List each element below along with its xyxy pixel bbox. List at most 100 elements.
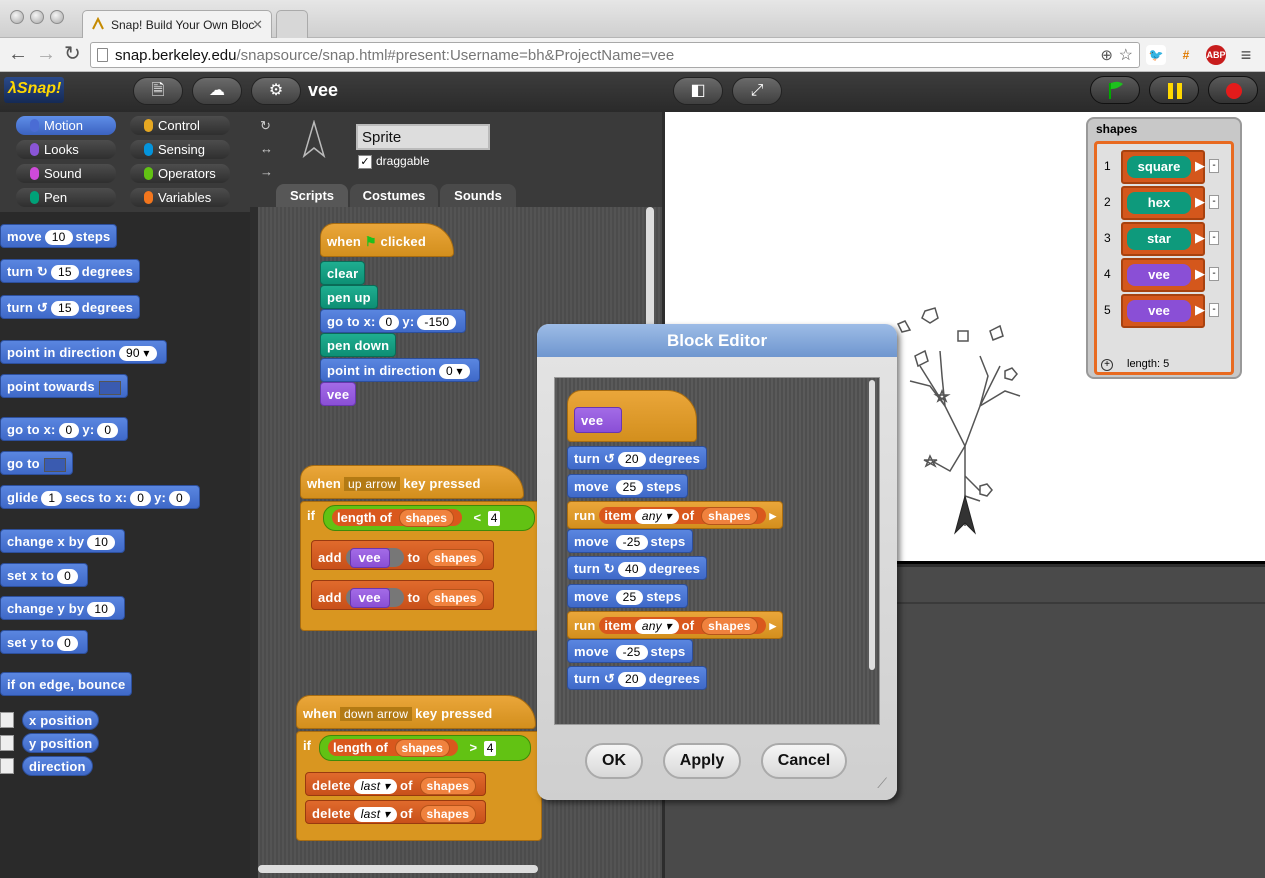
cloud-menu-button[interactable]: ☁ <box>192 77 242 105</box>
extension-icon[interactable]: 🐦 <box>1146 45 1166 65</box>
turn-cw-block[interactable]: turn ↻ 15 degrees <box>0 259 140 283</box>
dropdown-slot[interactable] <box>43 457 66 472</box>
length-of-reporter[interactable]: length of shapes <box>328 739 458 757</box>
length-of-reporter[interactable]: length of shapes <box>332 509 462 527</box>
run-item-block[interactable]: run itemanyof shapes ▸ <box>567 611 784 639</box>
presentation-mode-button[interactable]: ⤢ <box>732 77 782 105</box>
cancel-button[interactable]: Cancel <box>761 743 847 779</box>
settings-menu-button[interactable]: ⚙ <box>251 77 301 105</box>
tab-sounds[interactable]: Sounds <box>440 184 516 207</box>
bounce-block[interactable]: if on edge, bounce <box>0 672 133 696</box>
draggable-toggle[interactable]: ✓ draggable <box>358 154 429 169</box>
category-pen[interactable]: Pen <box>16 188 116 207</box>
pen-down-block[interactable]: pen down <box>320 333 397 357</box>
turn-block[interactable]: turn ↺ 20 degrees <box>567 666 707 690</box>
rotate-style-icon[interactable]: ↻ <box>260 118 271 134</box>
when-down-arrow-key-hat[interactable]: when down arrow key pressed <box>296 695 536 729</box>
category-operators[interactable]: Operators <box>130 164 230 183</box>
stop-button[interactable] <box>1208 76 1258 104</box>
category-control[interactable]: Control <box>130 116 230 135</box>
less-than-predicate[interactable]: length of shapes < 4 <box>323 505 535 531</box>
if-c-block[interactable]: if length of shapes < 4 add vee to shape… <box>300 501 540 631</box>
address-bar[interactable]: snap.berkeley.edu/snapsource/snap.html#p… <box>90 42 1140 68</box>
point-in-direction-block[interactable]: point in direction 0 <box>320 358 480 382</box>
move-steps-block[interactable]: move -25 steps <box>567 528 693 553</box>
turn-ccw-block[interactable]: turn ↺ 15 degrees <box>0 295 140 319</box>
flip-style-icon[interactable]: ↔ <box>260 141 273 156</box>
change-y-block[interactable]: change y by 10 <box>0 596 126 620</box>
no-rotate-icon[interactable]: → <box>260 164 273 179</box>
horizontal-scrollbar[interactable] <box>258 865 538 873</box>
custom-block-prototype-hat[interactable]: vee <box>567 390 697 442</box>
vertical-scrollbar[interactable] <box>869 380 875 670</box>
ok-button[interactable]: OK <box>585 743 643 779</box>
file-menu-button[interactable]: 🗎 <box>133 77 183 105</box>
close-window-button[interactable] <box>10 10 24 24</box>
point-in-direction-block[interactable]: point in direction 90 <box>0 340 167 364</box>
go-to-xy-block[interactable]: go to x: 0 y: -150 <box>320 309 467 333</box>
point-towards-block[interactable]: point towards <box>0 374 128 398</box>
move-steps-block[interactable]: move 10 steps <box>0 224 118 248</box>
add-to-list-block[interactable]: add vee to shapes <box>311 540 494 570</box>
item-of-list-reporter[interactable]: itemanyof shapes <box>599 617 766 635</box>
delete-of-list-block[interactable]: deletelastof shapes <box>305 800 487 824</box>
add-item-icon[interactable]: + <box>1101 359 1113 371</box>
glide-block[interactable]: glide 1 secs to x: 0 y: 0 <box>0 485 200 509</box>
snap-logo[interactable]: λSnap! <box>4 77 64 103</box>
pause-button[interactable] <box>1149 76 1199 104</box>
new-tab-button[interactable] <box>276 10 308 38</box>
dialog-title[interactable]: Block Editor <box>537 324 897 357</box>
clear-block[interactable]: clear <box>320 261 366 285</box>
turn-block[interactable]: turn ↺ 20 degrees <box>567 446 707 470</box>
when-up-arrow-key-hat[interactable]: when up arrow key pressed <box>300 465 524 499</box>
change-x-block[interactable]: change x by 10 <box>0 529 126 553</box>
greater-than-predicate[interactable]: length of shapes > 4 <box>319 735 531 761</box>
hash-extension-icon[interactable]: # <box>1176 45 1196 65</box>
vee-prototype[interactable]: vee <box>574 407 622 433</box>
close-tab-icon[interactable]: ✕ <box>252 17 263 33</box>
move-steps-block[interactable]: move -25 steps <box>567 638 693 663</box>
tab-scripts[interactable]: Scripts <box>276 184 348 207</box>
run-item-block[interactable]: run itemanyof shapes ▸ <box>567 501 784 529</box>
zoom-window-button[interactable] <box>50 10 64 24</box>
category-sound[interactable]: Sound <box>16 164 116 183</box>
adblock-icon[interactable]: ABP <box>1206 45 1226 65</box>
x-position-reporter[interactable]: x position <box>22 710 100 730</box>
y-position-reporter[interactable]: y position <box>22 733 100 753</box>
back-arrow-icon[interactable]: ← <box>8 43 28 65</box>
x-position-checkbox[interactable] <box>0 712 14 728</box>
item-of-list-reporter[interactable]: itemanyof shapes <box>599 507 766 525</box>
green-flag-button[interactable] <box>1090 76 1140 104</box>
category-sensing[interactable]: Sensing <box>130 140 230 159</box>
category-variables[interactable]: Variables <box>130 188 230 207</box>
y-position-checkbox[interactable] <box>0 735 14 751</box>
move-steps-block[interactable]: move 25 steps <box>567 583 689 608</box>
minimize-window-button[interactable] <box>30 10 44 24</box>
move-steps-block[interactable]: move 25 steps <box>567 473 689 498</box>
bookmark-star-icon[interactable]: ☆ <box>1119 45 1133 65</box>
delete-of-list-block[interactable]: deletelastof shapes <box>305 772 487 796</box>
stage-size-button[interactable]: ◧ <box>673 77 723 105</box>
category-looks[interactable]: Looks <box>16 140 116 159</box>
dropdown-slot[interactable] <box>98 380 121 395</box>
tab-costumes[interactable]: Costumes <box>350 184 438 207</box>
turn-block[interactable]: turn ↻ 40 degrees <box>567 556 707 580</box>
go-to-block[interactable]: go to <box>0 451 73 475</box>
if-c-block[interactable]: if length of shapes > 4 deletelastof sha… <box>296 731 542 841</box>
vee-custom-block[interactable]: vee <box>320 382 357 406</box>
reload-icon[interactable]: ↻ <box>64 43 81 65</box>
category-motion[interactable]: Motion <box>16 116 116 135</box>
zoom-icon[interactable]: ⊕ <box>1100 46 1113 64</box>
menu-icon[interactable]: ≡ <box>1236 45 1256 65</box>
apply-button[interactable]: Apply <box>663 743 741 779</box>
add-to-list-block[interactable]: add vee to shapes <box>311 580 494 610</box>
browser-tab-active[interactable]: Snap! Build Your Own Bloc ✕ <box>82 10 272 38</box>
set-x-block[interactable]: set x to 0 <box>0 563 88 587</box>
sprite-name-input[interactable]: Sprite <box>356 124 490 150</box>
block-definition-area[interactable]: vee turn ↺ 20 degrees move 25 steps run item a… <box>554 377 880 725</box>
shapes-list-watcher[interactable]: shapes 1 square ▶ - 2 hex ▶ - 3 star ▶ - 4 vee ▶ - 5… <box>1086 117 1242 379</box>
set-y-block[interactable]: set y to 0 <box>0 630 88 654</box>
direction-reporter[interactable]: direction <box>22 756 93 776</box>
go-to-xy-block[interactable]: go to x: 0 y: 0 <box>0 417 129 441</box>
direction-checkbox[interactable] <box>0 758 14 774</box>
